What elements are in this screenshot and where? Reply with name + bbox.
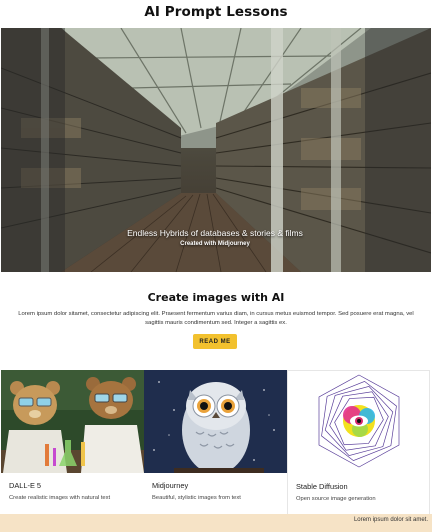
snowy-owl-image xyxy=(144,370,287,473)
card-image xyxy=(144,370,287,473)
footer-text: Lorem ipsum dolor sit amet. xyxy=(353,517,428,523)
hero-prev-area[interactable] xyxy=(1,28,65,272)
card-description: Open source image generation xyxy=(296,496,376,502)
page-title: AI Prompt Lessons xyxy=(144,4,288,20)
swirl-eye-logo-image xyxy=(288,371,429,474)
card-image xyxy=(1,370,144,473)
section-body: Lorem ipsum dolor sitamet, consectetur a… xyxy=(18,311,414,326)
card-image xyxy=(288,371,429,474)
hero-next-area[interactable] xyxy=(365,28,431,272)
hero-slider[interactable]: Endless Hybrids of databases & stories &… xyxy=(1,28,431,272)
card-grid: DALL-E 5 Create realistic images with na… xyxy=(1,370,431,515)
hero-caption: Endless Hybrids of databases & stories &… xyxy=(127,228,303,238)
card-title: Stable Diffusion xyxy=(296,482,348,491)
card-dalle[interactable]: DALL-E 5 Create realistic images with na… xyxy=(1,370,144,515)
card-stable-diffusion[interactable]: Stable Diffusion Open source image gener… xyxy=(287,370,430,515)
card-title: DALL-E 5 xyxy=(9,481,42,490)
card-description: Beautiful, stylistic images from text xyxy=(152,495,241,501)
card-title: Midjourney xyxy=(152,481,189,490)
card-midjourney[interactable]: Midjourney Beautiful, stylistic images f… xyxy=(144,370,287,515)
section-title: Create images with AI xyxy=(147,291,285,304)
read-me-button[interactable]: READ ME xyxy=(193,334,237,349)
teddy-bear-scientists-image xyxy=(1,370,144,473)
footer: Lorem ipsum dolor sit amet. xyxy=(0,514,432,532)
card-description: Create realistic images with natural tex… xyxy=(9,495,111,501)
hero-subcaption: Created with Midjourney xyxy=(180,241,250,247)
